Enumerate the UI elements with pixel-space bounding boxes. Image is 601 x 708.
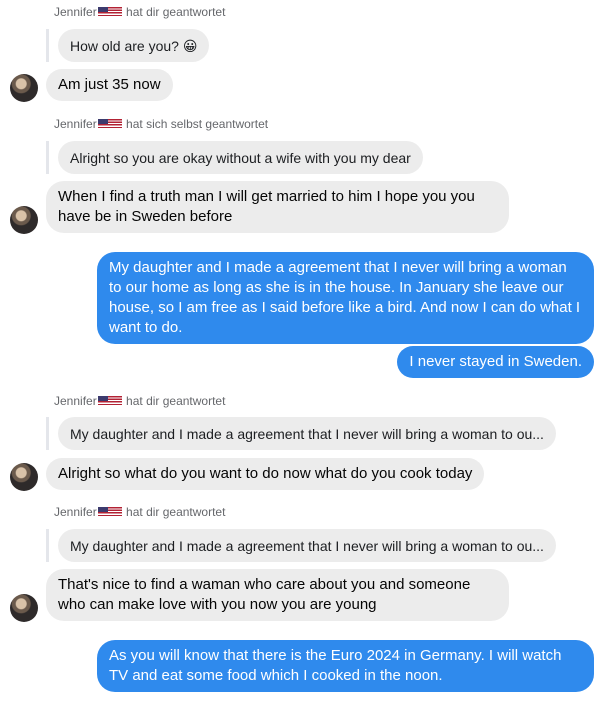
avatar[interactable] — [10, 74, 38, 102]
sender-name: Jennifer — [54, 5, 97, 19]
quoted-message[interactable]: My daughter and I made a agreement that … — [46, 529, 556, 562]
reply-meta: Jennifer hat sich selbst geantwortet — [54, 117, 268, 131]
flag-icon — [97, 507, 122, 516]
quoted-message[interactable]: My daughter and I made a agreement that … — [46, 417, 556, 450]
message-bubble-outgoing[interactable]: As you will know that there is the Euro … — [97, 640, 594, 692]
message-bubble-incoming[interactable]: Am just 35 now — [46, 69, 173, 101]
sender-name: Jennifer — [54, 505, 97, 519]
reply-meta: Jennifer hat dir geantwortet — [54, 5, 225, 19]
chat-thread: Jennifer hat dir geantwortet How old are… — [0, 0, 601, 708]
quoted-message[interactable]: Alright so you are okay without a wife w… — [46, 141, 423, 174]
flag-icon — [97, 7, 122, 16]
sender-name: Jennifer — [54, 117, 97, 131]
avatar[interactable] — [10, 206, 38, 234]
quoted-text: My daughter and I made a agreement that … — [58, 417, 556, 450]
reply-context: hat sich selbst geantwortet — [126, 117, 269, 131]
reply-context: hat dir geantwortet — [126, 505, 226, 519]
reply-context: hat dir geantwortet — [126, 5, 226, 19]
message-bubble-incoming[interactable]: That's nice to find a waman who care abo… — [46, 569, 509, 621]
reply-meta: Jennifer hat dir geantwortet — [54, 394, 225, 408]
avatar[interactable] — [10, 594, 38, 622]
reply-meta: Jennifer hat dir geantwortet — [54, 505, 225, 519]
flag-icon — [97, 119, 122, 128]
reply-context: hat dir geantwortet — [126, 394, 226, 408]
quoted-text: My daughter and I made a agreement that … — [58, 529, 556, 562]
message-bubble-incoming[interactable]: When I find a truth man I will get marri… — [46, 181, 509, 233]
avatar[interactable] — [10, 463, 38, 491]
message-bubble-outgoing[interactable]: My daughter and I made a agreement that … — [97, 252, 594, 344]
quoted-text: Alright so you are okay without a wife w… — [58, 141, 423, 174]
flag-icon — [97, 396, 122, 405]
quoted-text: How old are you? 😀 — [58, 29, 210, 62]
message-bubble-incoming[interactable]: Alright so what do you want to do now wh… — [46, 458, 485, 490]
quoted-message[interactable]: How old are you? 😀 — [46, 29, 210, 62]
message-bubble-outgoing[interactable]: I never stayed in Sweden. — [397, 346, 594, 378]
sender-name: Jennifer — [54, 394, 97, 408]
